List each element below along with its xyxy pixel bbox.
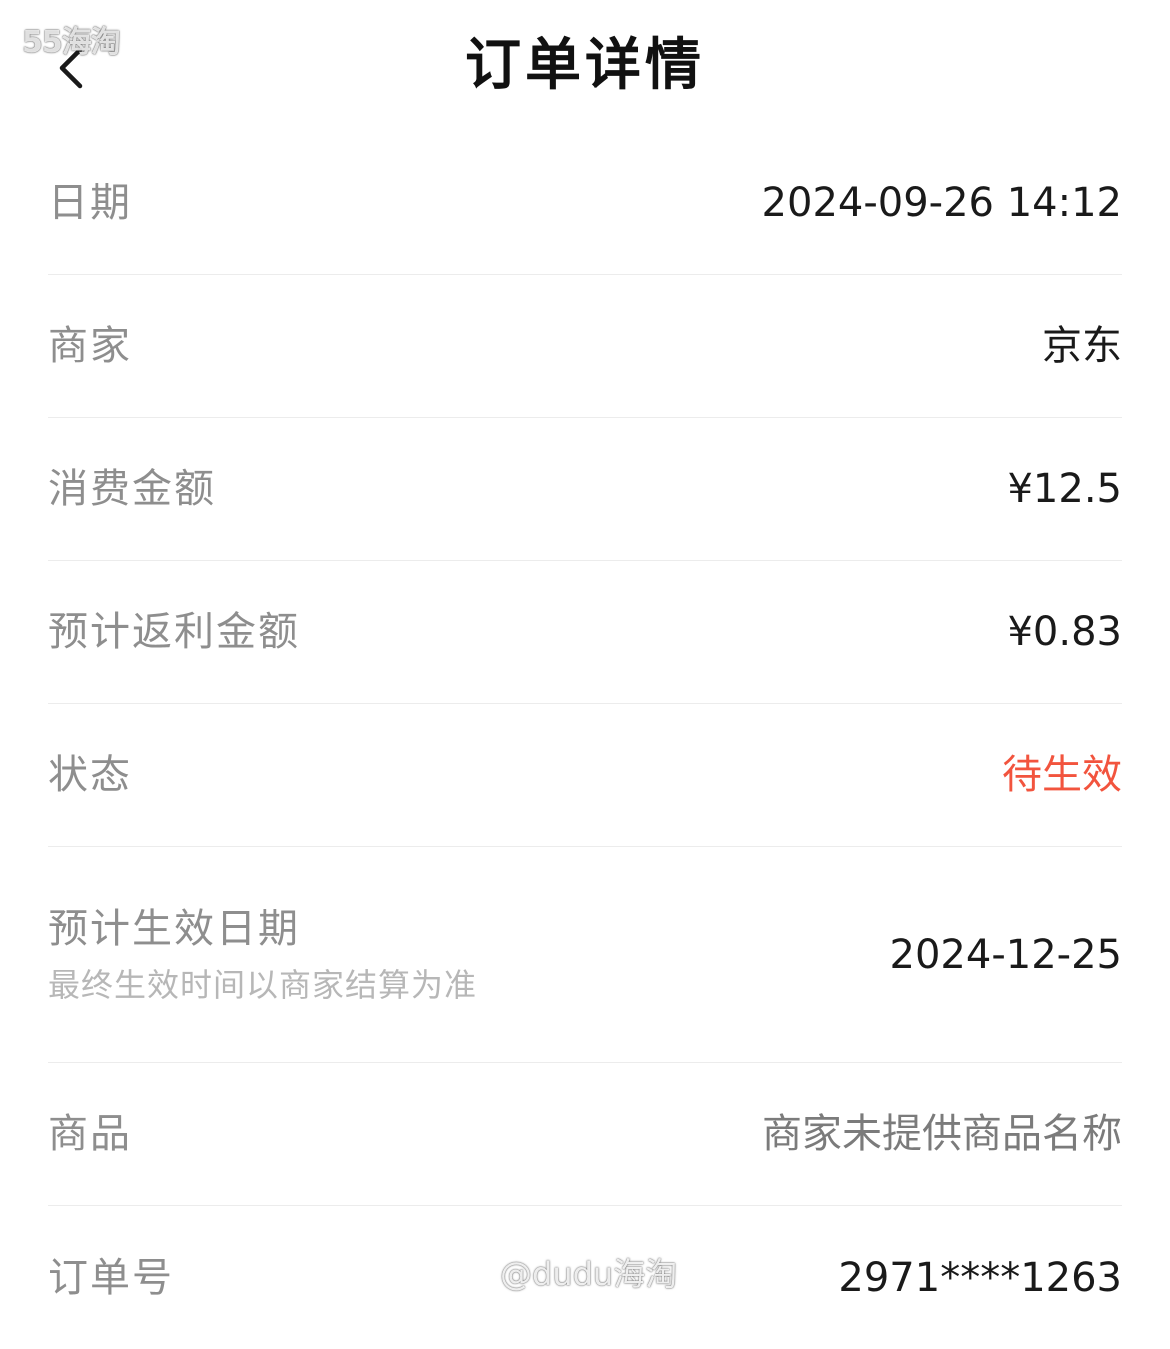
nav-header: 订单详情 — [0, 0, 1170, 130]
date-label: 日期 — [48, 180, 132, 226]
row-merchant: 商家 京东 — [48, 275, 1122, 418]
row-status: 状态 待生效 — [48, 704, 1122, 847]
row-product: 商品 商家未提供商品名称 — [48, 1063, 1122, 1206]
effective-date-label: 预计生效日期 — [48, 905, 300, 952]
merchant-label: 商家 — [48, 323, 132, 369]
amount-label: 消费金额 — [48, 466, 216, 512]
amount-value: ¥12.5 — [1007, 466, 1122, 512]
merchant-value: 京东 — [1042, 323, 1122, 369]
order-number-value: 2971****1263 — [838, 1254, 1122, 1301]
product-label: 商品 — [48, 1111, 132, 1157]
page-title: 订单详情 — [465, 33, 705, 98]
date-value: 2024-09-26 14:12 — [761, 180, 1122, 226]
effective-date-note: 最终生效时间以商家结算为准 — [48, 965, 478, 1004]
product-value: 商家未提供商品名称 — [762, 1111, 1122, 1157]
row-rebate: 预计返利金额 ¥0.83 — [48, 561, 1122, 704]
watermark-logo: 55海淘 — [22, 25, 121, 60]
row-amount: 消费金额 ¥12.5 — [48, 418, 1122, 561]
status-label: 状态 — [48, 752, 132, 798]
status-badge: 待生效 — [1002, 752, 1122, 798]
order-number-label: 订单号 — [48, 1254, 174, 1301]
order-detail-list: 日期 2024-09-26 14:12 商家 京东 消费金额 ¥12.5 预计返… — [48, 132, 1122, 1349]
row-date: 日期 2024-09-26 14:12 — [48, 132, 1122, 275]
effective-date-value: 2024-12-25 — [889, 931, 1122, 978]
rebate-label: 预计返利金额 — [48, 609, 300, 655]
row-effective-date: 预计生效日期 最终生效时间以商家结算为准 2024-12-25 — [48, 847, 1122, 1063]
rebate-value: ¥0.83 — [1007, 609, 1122, 655]
watermark-text: @dudu海淘 — [500, 1255, 678, 1293]
effective-date-label-group: 预计生效日期 最终生效时间以商家结算为准 — [48, 901, 477, 1009]
